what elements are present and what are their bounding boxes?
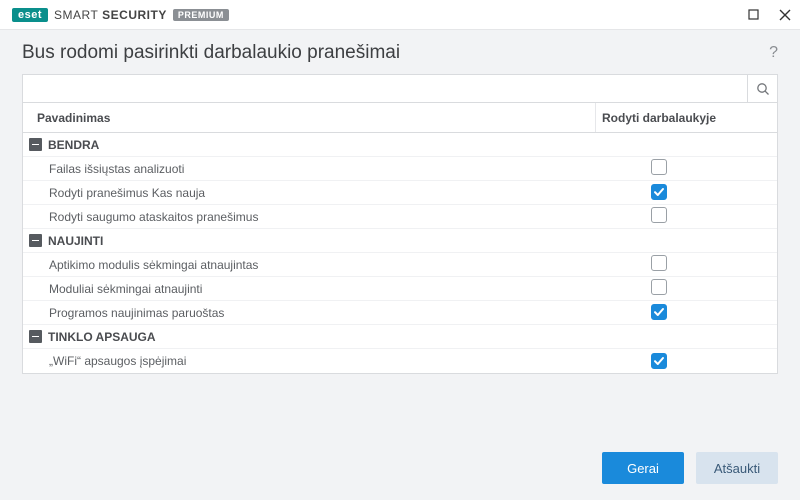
item-check-cell: [595, 159, 777, 178]
checkbox[interactable]: [651, 159, 667, 175]
group-label: TINKLO APSAUGA: [48, 330, 156, 344]
item-check-cell: [595, 304, 777, 321]
window-controls: [746, 8, 792, 22]
item-row: Rodyti pranešimus Kas nauja: [23, 181, 777, 205]
item-label: Aptikimo modulis sėkmingai atnaujintas: [23, 258, 595, 272]
group-label: NAUJINTI: [48, 234, 103, 248]
close-button[interactable]: [778, 8, 792, 22]
checkbox[interactable]: [651, 255, 667, 271]
item-check-cell: [595, 353, 777, 370]
brand-smart: SMART SECURITY: [54, 8, 167, 22]
collapse-icon[interactable]: [29, 234, 42, 247]
item-row: Programos naujinimas paruoštas: [23, 301, 777, 325]
page-title: Bus rodomi pasirinkti darbalaukio praneš…: [22, 42, 400, 64]
search-icon[interactable]: [747, 75, 777, 102]
ok-button[interactable]: Gerai: [602, 452, 684, 484]
column-show: Rodyti darbalaukyje: [595, 103, 777, 132]
table-header: Pavadinimas Rodyti darbalaukyje: [23, 103, 777, 133]
column-name: Pavadinimas: [23, 111, 595, 125]
cancel-button[interactable]: Atšaukti: [696, 452, 778, 484]
titlebar: eset SMART SECURITY PREMIUM: [0, 0, 800, 30]
item-label: Rodyti pranešimus Kas nauja: [23, 186, 595, 200]
item-row: Aptikimo modulis sėkmingai atnaujintas: [23, 253, 777, 277]
collapse-icon[interactable]: [29, 138, 42, 151]
brand-premium: PREMIUM: [173, 9, 229, 21]
item-label: „WiFi“ apsaugos įspėjimai: [23, 354, 595, 368]
header: Bus rodomi pasirinkti darbalaukio praneš…: [0, 30, 800, 74]
checkbox[interactable]: [651, 279, 667, 295]
table-body: BENDRA Failas išsiųstas analizuoti Rodyti …: [23, 133, 777, 373]
item-row: Rodyti saugumo ataskaitos pranešimus: [23, 205, 777, 229]
footer: Gerai Atšaukti: [602, 452, 778, 484]
search-row: [23, 75, 777, 103]
group-row[interactable]: TINKLO APSAUGA: [23, 325, 777, 349]
item-row: „WiFi“ apsaugos įspėjimai: [23, 349, 777, 373]
checkbox[interactable]: [651, 304, 667, 320]
checkbox[interactable]: [651, 207, 667, 223]
search-input[interactable]: [23, 75, 747, 102]
item-label: Moduliai sėkmingai atnaujinti: [23, 282, 595, 296]
group-row[interactable]: BENDRA: [23, 133, 777, 157]
group-label: BENDRA: [48, 138, 99, 152]
checkbox[interactable]: [651, 184, 667, 200]
settings-panel: Pavadinimas Rodyti darbalaukyje BENDRA Fa…: [22, 74, 778, 374]
item-label: Failas išsiųstas analizuoti: [23, 162, 595, 176]
group-row[interactable]: NAUJINTI: [23, 229, 777, 253]
item-row: Failas išsiųstas analizuoti: [23, 157, 777, 181]
help-icon[interactable]: ?: [769, 44, 778, 62]
collapse-icon[interactable]: [29, 330, 42, 343]
item-row: Moduliai sėkmingai atnaujinti: [23, 277, 777, 301]
checkbox[interactable]: [651, 353, 667, 369]
brand: eset SMART SECURITY PREMIUM: [12, 8, 229, 22]
item-check-cell: [595, 207, 777, 226]
item-label: Programos naujinimas paruoštas: [23, 306, 595, 320]
brand-eset: eset: [12, 8, 48, 22]
maximize-button[interactable]: [746, 8, 760, 22]
item-label: Rodyti saugumo ataskaitos pranešimus: [23, 210, 595, 224]
item-check-cell: [595, 255, 777, 274]
item-check-cell: [595, 184, 777, 201]
item-check-cell: [595, 279, 777, 298]
